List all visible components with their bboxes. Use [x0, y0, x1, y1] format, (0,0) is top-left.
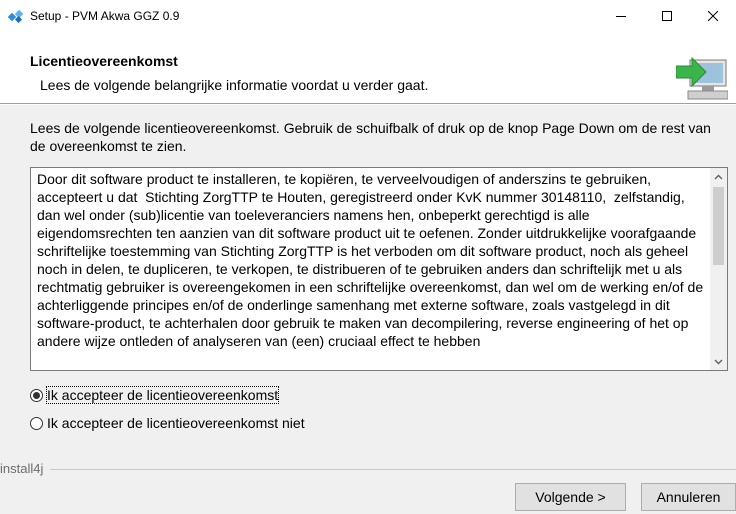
license-text-area[interactable]: Door dit software product te installeren… [30, 167, 728, 371]
accept-license-option[interactable]: Ik accepteer de licentieovereenkomst [30, 385, 280, 405]
accept-radio-button[interactable] [30, 388, 43, 402]
accept-radio-label[interactable]: Ik accepteer de licentieovereenkomst [45, 386, 280, 404]
minimize-button[interactable] [598, 0, 644, 32]
maximize-icon [662, 11, 672, 21]
chevron-down-icon [714, 359, 723, 364]
license-instructions: Lees de volgende licentieovereenkomst. G… [30, 120, 711, 154]
license-scrollbar[interactable] [710, 168, 727, 370]
decline-license-option[interactable]: Ik accepteer de licentieovereenkomst nie… [30, 413, 305, 433]
decline-radio-label[interactable]: Ik accepteer de licentieovereenkomst nie… [47, 415, 305, 431]
license-text: Door dit software product te installeren… [37, 171, 708, 349]
page-subtitle: Lees de volgende belangrijke informatie … [40, 77, 429, 93]
scroll-down-button[interactable] [710, 353, 727, 370]
decline-radio-button[interactable] [30, 416, 43, 430]
close-icon [708, 11, 718, 21]
scroll-thumb[interactable] [713, 187, 724, 265]
chevron-up-icon [714, 174, 723, 179]
window-title: Setup - PVM Akwa GGZ 0.9 [30, 9, 180, 23]
close-button[interactable] [690, 0, 736, 32]
wizard-content: Lees de volgende licentieovereenkomst. G… [0, 105, 736, 514]
title-bar: Setup - PVM Akwa GGZ 0.9 [0, 0, 736, 32]
install4j-brand: install4j [0, 461, 44, 476]
minimize-icon [616, 16, 626, 17]
footer-divider [50, 469, 736, 470]
cancel-button[interactable]: Annuleren [641, 483, 736, 511]
install-computer-arrow-icon [676, 56, 728, 100]
next-button[interactable]: Volgende > [515, 483, 626, 511]
page-title: Licentieovereenkomst [30, 53, 178, 69]
wizard-header: Licentieovereenkomst Lees de volgende be… [0, 32, 736, 104]
setup-app-icon [8, 9, 24, 23]
scroll-up-button[interactable] [710, 168, 727, 185]
maximize-button[interactable] [644, 0, 690, 32]
